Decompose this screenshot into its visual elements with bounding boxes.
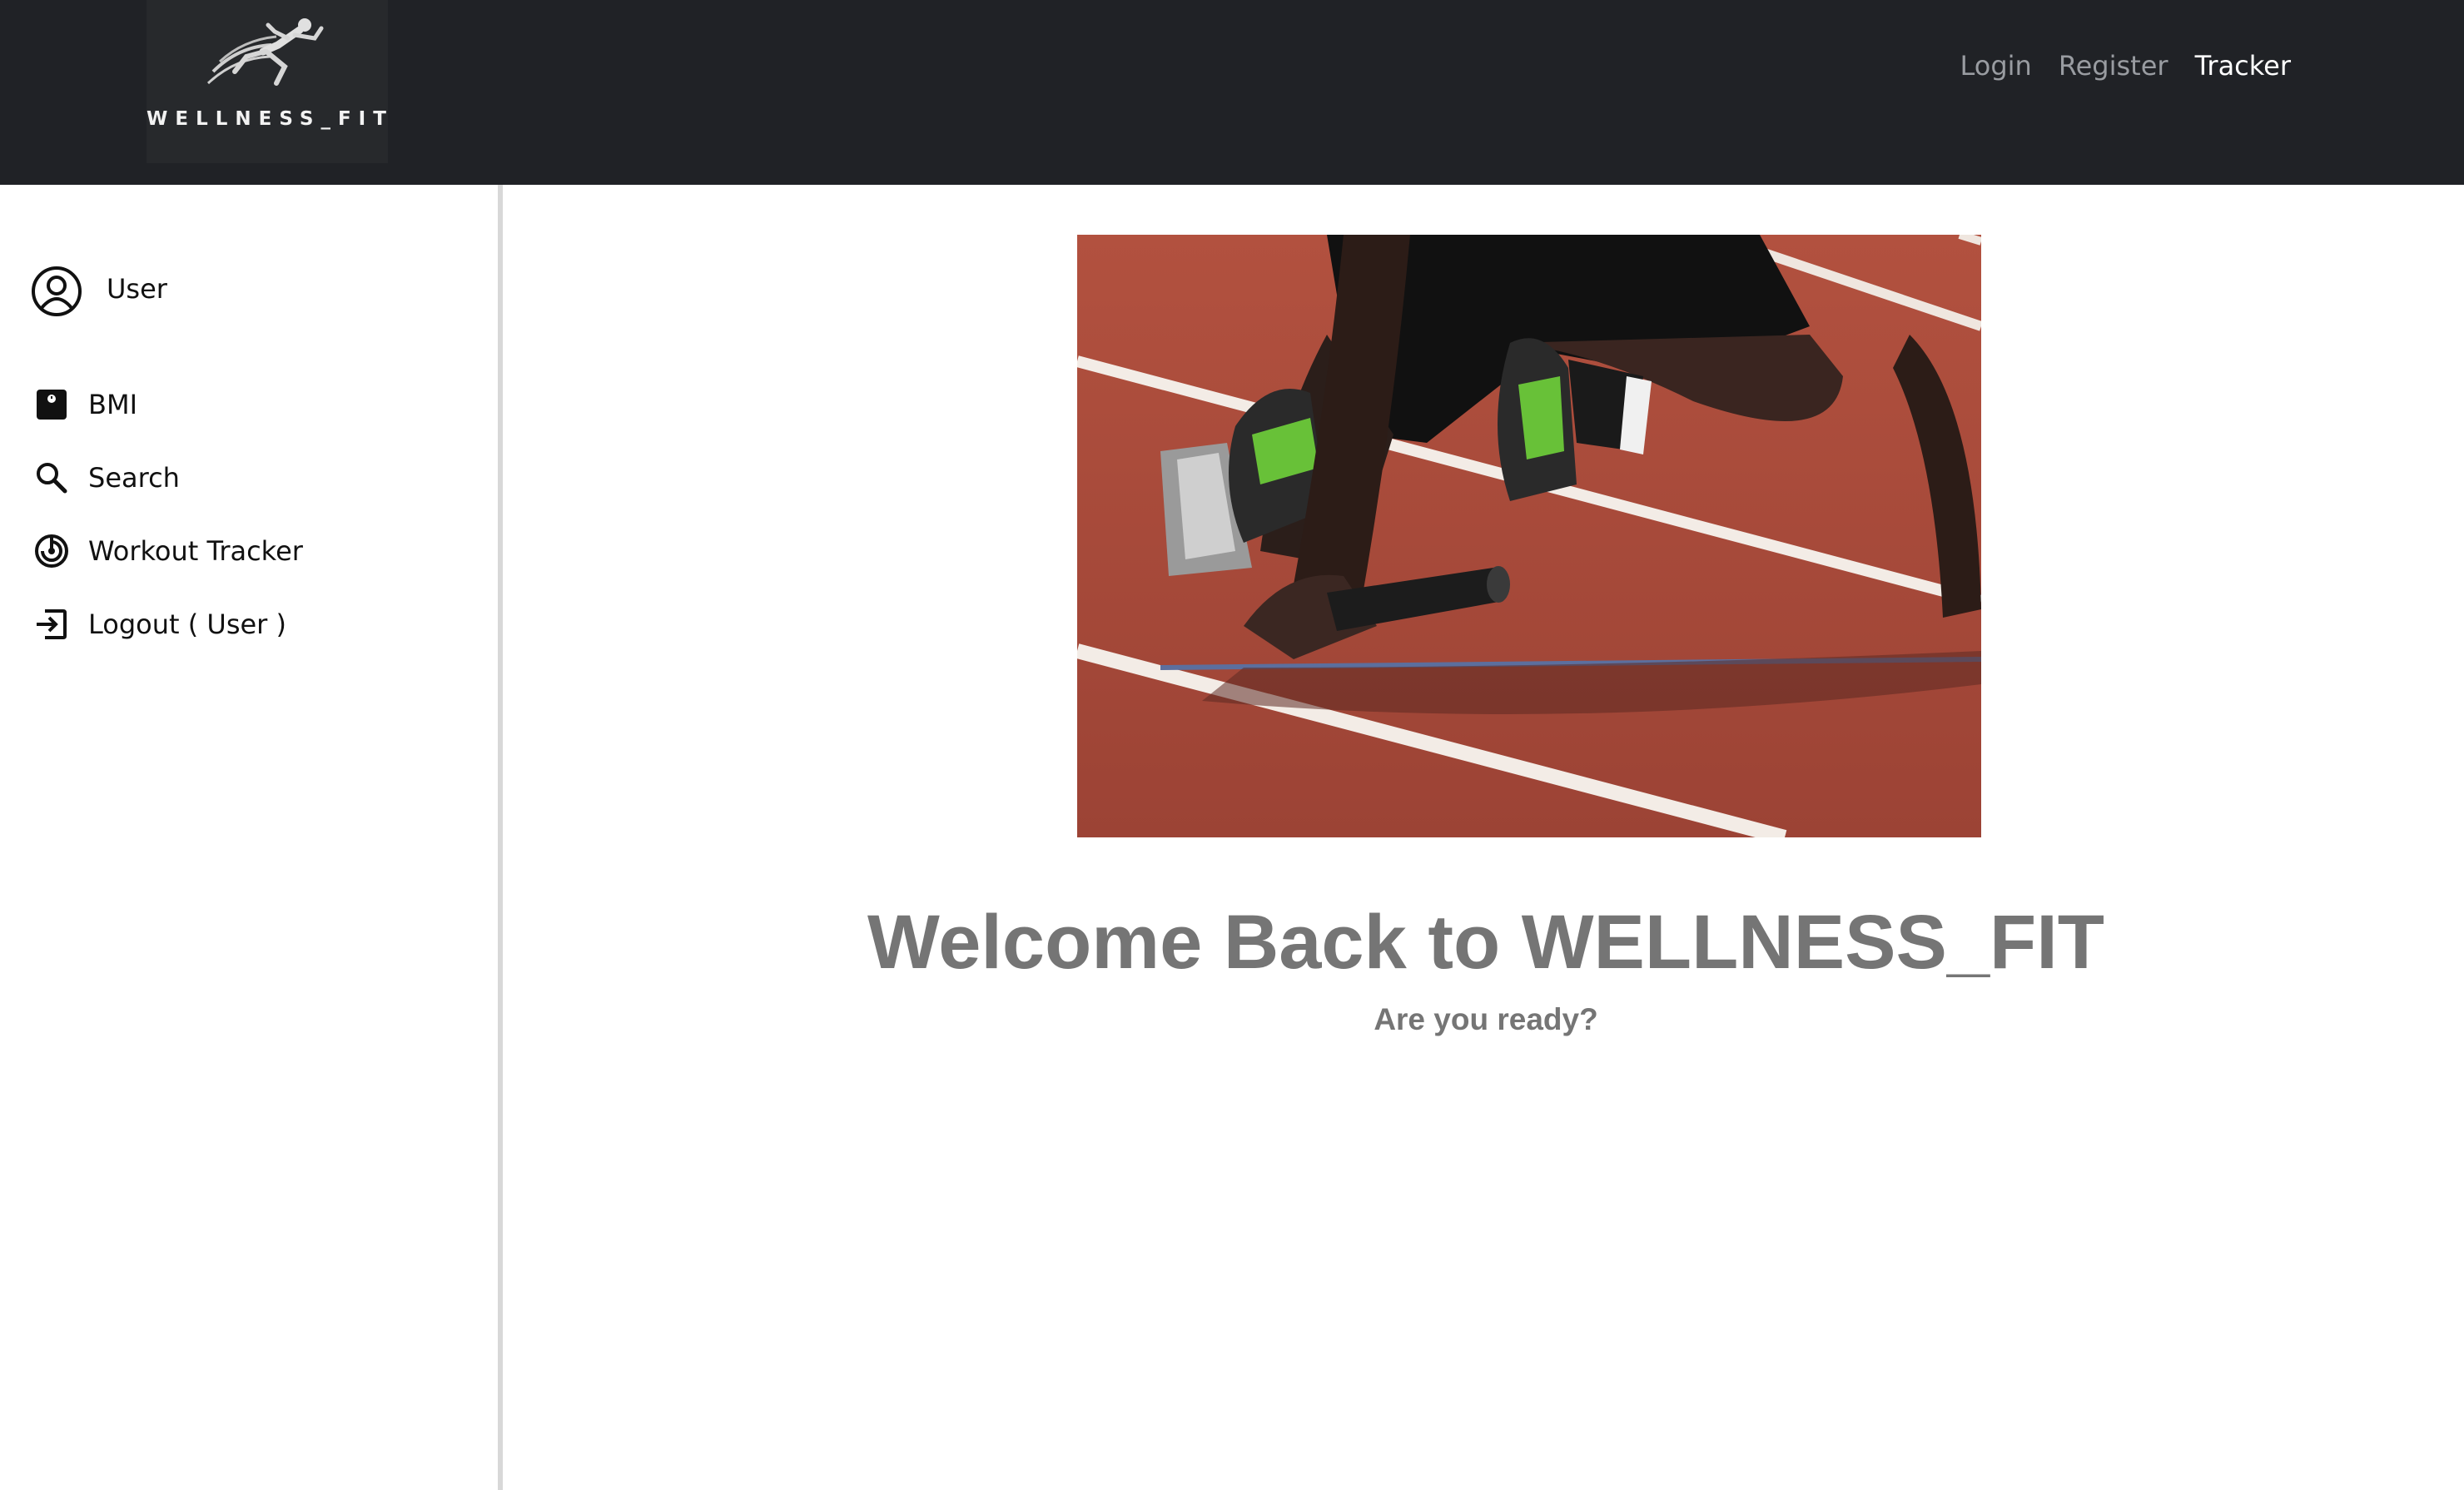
sidebar-item-label: Workout Tracker bbox=[88, 535, 303, 567]
nav-link-tracker[interactable]: Tracker bbox=[2195, 50, 2291, 82]
sidebar-item-label: Search bbox=[88, 462, 180, 494]
sprinter-photo bbox=[1077, 235, 1981, 837]
user-circle-icon bbox=[32, 266, 82, 316]
welcome-subtitle: Are you ready? bbox=[1374, 1002, 1598, 1036]
sidebar-item-label: BMI bbox=[88, 389, 137, 420]
sidebar-user-label: User bbox=[107, 273, 167, 305]
sidebar-item-logout[interactable]: Logout ( User ) bbox=[33, 606, 286, 643]
logout-icon bbox=[37, 609, 67, 639]
sidebar-item-bmi[interactable]: BMI bbox=[33, 386, 137, 423]
runner-icon bbox=[206, 18, 324, 86]
nav-link-register[interactable]: Register bbox=[2059, 50, 2168, 82]
sidebar: User BMI Search Workout Tracker Logout (… bbox=[0, 185, 503, 1490]
brand-logo[interactable]: WELLNESS_FIT bbox=[147, 0, 388, 163]
sidebar-item-search[interactable]: Search bbox=[33, 459, 180, 496]
nav-link-login[interactable]: Login bbox=[1960, 50, 2031, 82]
top-navbar: WELLNESS_FIT Login Register Tracker bbox=[0, 0, 2464, 185]
hero-image bbox=[1077, 235, 1981, 837]
sidebar-user[interactable]: User bbox=[30, 265, 167, 318]
search-icon bbox=[37, 463, 67, 494]
sidebar-item-workout-tracker[interactable]: Workout Tracker bbox=[33, 533, 303, 569]
brand-logo-text: WELLNESS_FIT bbox=[147, 108, 394, 130]
sidebar-item-label: Logout ( User ) bbox=[88, 608, 286, 640]
scale-icon bbox=[37, 390, 67, 420]
welcome-heading: Welcome Back to WELLNESS_FIT bbox=[867, 900, 2104, 985]
target-icon bbox=[35, 534, 68, 568]
nav-links: Login Register Tracker bbox=[1960, 50, 2291, 82]
